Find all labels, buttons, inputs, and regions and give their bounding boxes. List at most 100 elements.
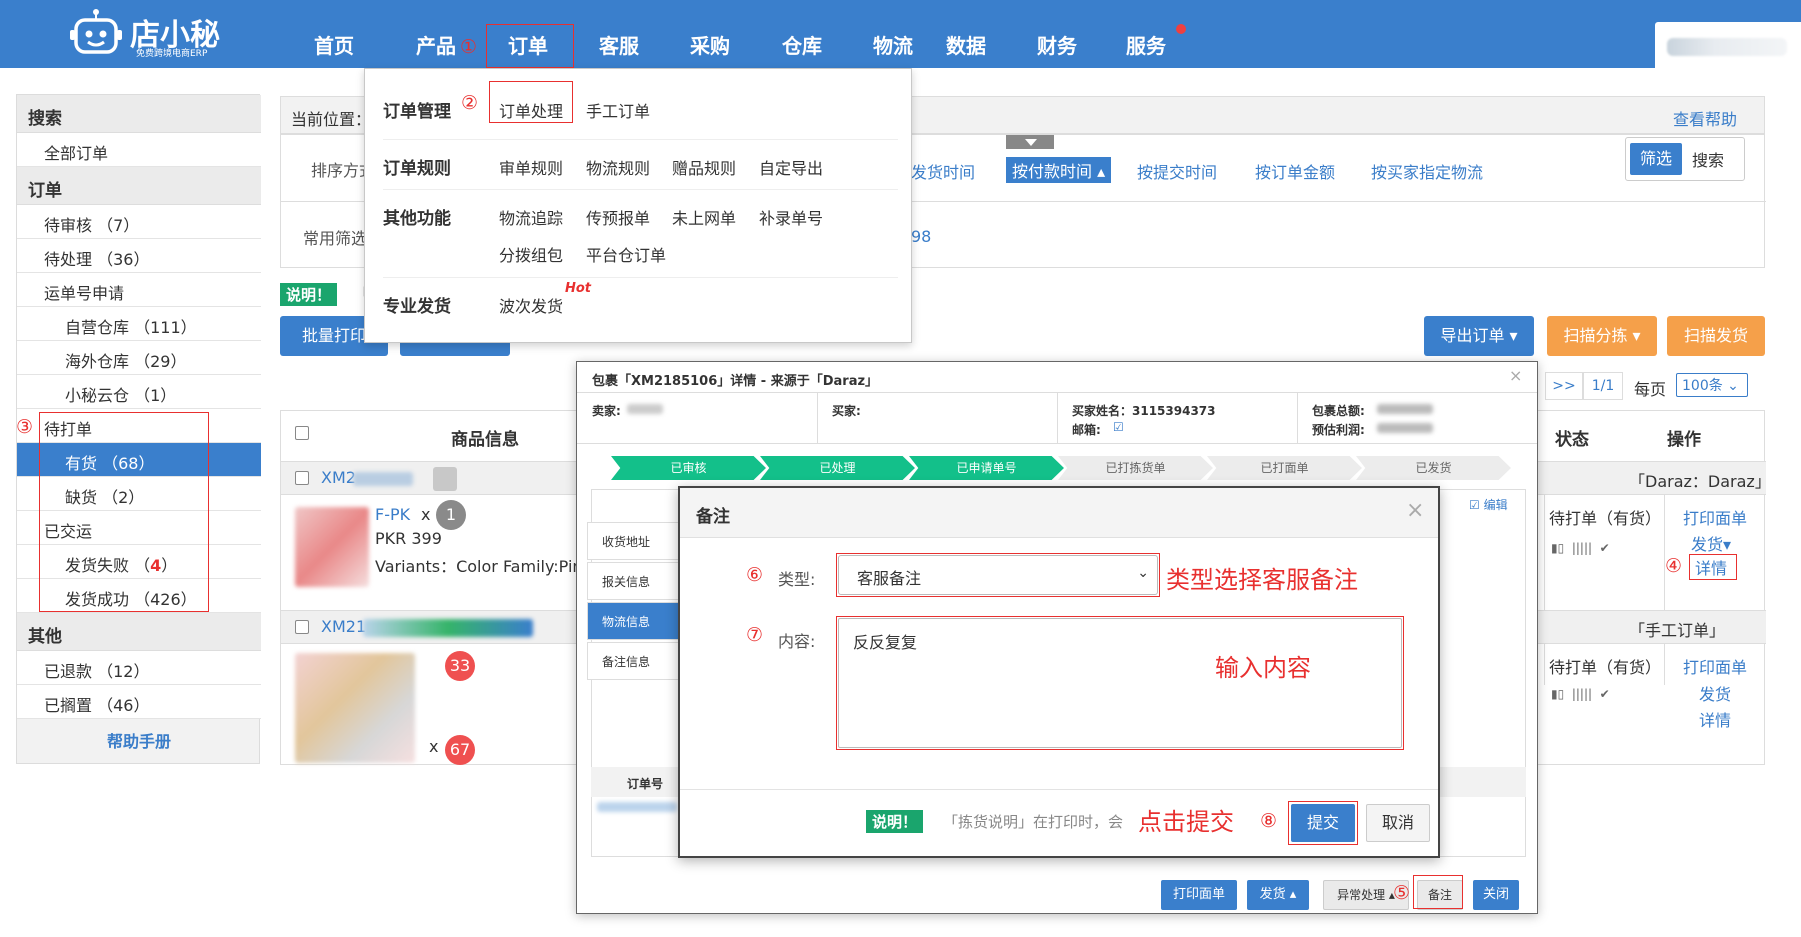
edit-icon[interactable]: ☑ bbox=[1113, 420, 1124, 434]
annotation-2: ② bbox=[461, 92, 479, 114]
ship-button[interactable]: 发货 ▴ bbox=[1247, 880, 1309, 910]
sidebar-item-shelved[interactable]: 已搁置 （46） bbox=[17, 685, 261, 719]
dd-tracking[interactable]: 物流追踪 bbox=[499, 205, 563, 229]
logo-subtitle: 免费跨境电商ERP bbox=[136, 49, 208, 59]
print-label-link[interactable]: 打印面单 bbox=[1683, 505, 1747, 529]
order-checkbox[interactable] bbox=[295, 471, 309, 485]
select-all-checkbox[interactable] bbox=[295, 426, 309, 440]
close-button[interactable]: 关闭 bbox=[1473, 880, 1519, 910]
scan-sort-button[interactable]: 扫描分拣 ▾ bbox=[1547, 316, 1657, 356]
sidebar-item-own-warehouse[interactable]: 自营仓库 （111） bbox=[17, 307, 261, 341]
nav-services[interactable]: 服务 bbox=[1126, 30, 1166, 59]
sidebar-item-refunded[interactable]: 已退款 （12） bbox=[17, 651, 261, 685]
nav-finance[interactable]: 财务 bbox=[1037, 30, 1077, 59]
nav-products[interactable]: 产品 bbox=[416, 30, 456, 59]
top-nav-bar: 店小秘 免费跨境电商ERP 首页 产品 订单 客服 采购 仓库 物流 数据 财务… bbox=[0, 0, 1801, 68]
blurred-order-no bbox=[597, 802, 677, 812]
dd-separator bbox=[383, 139, 898, 140]
print-label-link[interactable]: 打印面单 bbox=[1683, 654, 1747, 678]
dd-logistics-rules[interactable]: 物流规则 bbox=[586, 155, 650, 179]
export-orders-button[interactable]: 导出订单 ▾ bbox=[1424, 316, 1534, 356]
sort-ship-time[interactable]: 发货时间 bbox=[911, 159, 975, 183]
search-button[interactable]: 搜索 bbox=[1692, 147, 1724, 171]
print-label-button[interactable]: 打印面单 bbox=[1161, 880, 1237, 910]
sidebar-item-all-orders[interactable]: 全部订单 bbox=[17, 133, 261, 167]
dd-platform-wh[interactable]: 平台仓订单 bbox=[586, 242, 666, 266]
notification-dot bbox=[1176, 24, 1186, 34]
dd-cat-order-rules: 订单规则 bbox=[383, 159, 451, 179]
order-id-link[interactable]: XM2 bbox=[321, 468, 356, 487]
filter-button[interactable]: 筛选 bbox=[1630, 143, 1682, 175]
dd-custom-export[interactable]: 自定导出 bbox=[759, 155, 823, 179]
edit-label: 编辑 bbox=[1483, 498, 1508, 512]
edit-link[interactable]: ☑ 编辑 bbox=[1469, 496, 1508, 513]
per-page-select[interactable]: 100条 ⌄ bbox=[1676, 373, 1748, 397]
ship-link[interactable]: 发货 bbox=[1699, 681, 1731, 705]
dd-unonline[interactable]: 未上网单 bbox=[672, 205, 736, 229]
col-product-header: 商品信息 bbox=[451, 430, 519, 450]
pager-next-button[interactable]: >> bbox=[1545, 372, 1583, 400]
scan-ship-button[interactable]: 扫描发货 bbox=[1667, 316, 1765, 356]
order-checkbox[interactable] bbox=[295, 620, 309, 634]
sidebar-item-pending-review[interactable]: 待审核 （7） bbox=[17, 205, 261, 239]
annotation-4: ④ bbox=[1665, 555, 1683, 577]
close-icon[interactable]: × bbox=[1406, 498, 1424, 523]
product-sku-link[interactable]: F-PK bbox=[375, 505, 410, 524]
progress-step: 已申请单号 bbox=[909, 456, 1064, 480]
nav-purchase[interactable]: 采购 bbox=[690, 30, 730, 59]
remark-modal-header: 备注 × bbox=[680, 488, 1438, 538]
col-status-header: 状态 bbox=[1555, 430, 1589, 450]
note-tag: 说明！ bbox=[866, 810, 924, 833]
buyer-name: 买家姓名：3115394373 bbox=[1072, 404, 1216, 418]
platform-icon bbox=[433, 467, 457, 491]
close-icon[interactable]: × bbox=[1509, 366, 1522, 385]
nav-logistics[interactable]: 物流 bbox=[873, 30, 913, 59]
progress-step: 已处理 bbox=[760, 456, 915, 480]
per-page-label: 每页 bbox=[1634, 380, 1667, 399]
dd-separator bbox=[383, 277, 898, 278]
order-status: 待打单（有货） bbox=[1549, 658, 1662, 677]
sort-buyer-logistics[interactable]: 按买家指定物流 bbox=[1371, 159, 1483, 183]
order-no-header: 订单号 bbox=[627, 777, 664, 791]
dd-supplement[interactable]: 补录单号 bbox=[759, 205, 823, 229]
product-image bbox=[295, 507, 369, 587]
profit-label: 预估利润: bbox=[1312, 423, 1365, 437]
sidebar-help-link[interactable]: 帮助手册 bbox=[17, 719, 261, 757]
view-help-link[interactable]: 查看帮助 bbox=[1673, 106, 1737, 130]
sidebar-item-waybill-apply[interactable]: 运单号申请 bbox=[17, 273, 261, 307]
nav-data[interactable]: 数据 bbox=[946, 30, 986, 59]
sort-amount[interactable]: 按订单金额 bbox=[1255, 159, 1335, 183]
sort-pay-time-active[interactable]: 按付款时间 ▴ bbox=[1006, 157, 1112, 183]
dd-review-rules[interactable]: 审单规则 bbox=[499, 155, 563, 179]
order-id-link[interactable]: XM21 bbox=[321, 617, 366, 636]
ship-dropdown-link[interactable]: 发货▾ bbox=[1691, 531, 1731, 555]
dd-gift-rules[interactable]: 赠品规则 bbox=[672, 155, 736, 179]
dd-manual-order[interactable]: 手工订单 bbox=[586, 98, 650, 122]
hot-badge: Hot bbox=[565, 281, 592, 296]
sidebar-item-overseas-warehouse[interactable]: 海外仓库 （29） bbox=[17, 341, 261, 375]
annotation-box-detail bbox=[1689, 554, 1737, 580]
dd-pre-report[interactable]: 传预报单 bbox=[586, 205, 650, 229]
progress-step: 已打拣货单 bbox=[1058, 456, 1213, 480]
sidebar-item-cloud-warehouse[interactable]: 小秘云仓 （1） bbox=[17, 375, 261, 409]
sort-submit-time[interactable]: 按提交时间 bbox=[1137, 159, 1217, 183]
nav-warehouse[interactable]: 仓库 bbox=[782, 30, 822, 59]
nav-home[interactable]: 首页 bbox=[314, 30, 354, 59]
dd-split-pack[interactable]: 分拨组包 bbox=[499, 242, 563, 266]
annotation-box-submit bbox=[1288, 801, 1358, 845]
annotation-1: ① bbox=[460, 36, 478, 58]
blurred-total bbox=[1377, 404, 1433, 414]
dd-cat-order-mgmt: 订单管理 bbox=[383, 102, 451, 122]
common-filter-value[interactable]: 98 bbox=[911, 227, 931, 246]
note-tag: 说明！ bbox=[280, 283, 338, 306]
sidebar-orders-head: 订单 bbox=[17, 167, 261, 205]
user-account-area[interactable] bbox=[1655, 22, 1801, 68]
order-detail-link[interactable]: 详情 bbox=[1699, 707, 1731, 731]
divider bbox=[1057, 393, 1058, 443]
cancel-button[interactable]: 取消 bbox=[1366, 804, 1430, 842]
nav-customer-service[interactable]: 客服 bbox=[599, 30, 639, 59]
blurred-seller bbox=[627, 404, 663, 414]
dd-batch-ship[interactable]: 波次发货 bbox=[499, 293, 563, 317]
order-source: 「Daraz：Daraz」 bbox=[1629, 472, 1771, 491]
sidebar-item-pending-process[interactable]: 待处理 （36） bbox=[17, 239, 261, 273]
